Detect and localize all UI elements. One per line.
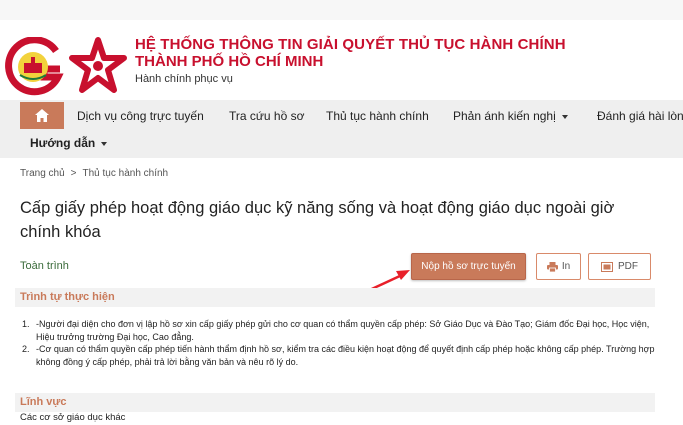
submit-online-button[interactable]: Nộp hồ sơ trực tuyến xyxy=(411,253,526,280)
step-text: -Cơ quan có thẩm quyền cấp phép tiến hàn… xyxy=(36,344,655,367)
breadcrumb-separator: > xyxy=(70,168,77,179)
print-button[interactable]: In xyxy=(536,253,581,280)
nav-item-label: Phản ánh kiến nghị xyxy=(453,109,556,123)
home-button[interactable] xyxy=(20,102,64,129)
breadcrumb-current[interactable]: Thủ tục hành chính xyxy=(83,168,169,179)
site-header: HỆ THỐNG THÔNG TIN GIẢI QUYẾT THỦ TỤC HÀ… xyxy=(0,20,683,96)
main-nav: Dịch vụ công trực tuyến Tra cứu hồ sơ Th… xyxy=(0,100,683,158)
nav-item-online-services[interactable]: Dịch vụ công trực tuyến xyxy=(77,109,204,123)
page-title: Cấp giấy phép hoạt động giáo dục kỹ năng… xyxy=(20,199,615,241)
nav-item-guide[interactable]: Hướng dẫn xyxy=(30,136,108,150)
service-level-label: Toàn trình xyxy=(20,260,69,272)
submit-online-label: Nộp hồ sơ trực tuyến xyxy=(421,261,516,272)
section-procedure-title: Trình tự thực hiện xyxy=(15,288,655,307)
chevron-down-icon xyxy=(101,141,108,146)
step-text: -Người đại diện cho đơn vị lập hồ sơ xin… xyxy=(36,319,650,342)
list-item: 2. -Cơ quan có thẩm quyền cấp phép tiến h… xyxy=(22,343,662,368)
header-title-line1: HỆ THỐNG THÔNG TIN GIẢI QUYẾT THỦ TỤC HÀ… xyxy=(135,36,566,53)
nav-item-rating[interactable]: Đánh giá hài lòng xyxy=(597,109,683,123)
pdf-icon xyxy=(601,261,613,272)
nav-item-label: Dịch vụ công trực tuyến xyxy=(77,109,204,123)
nav-item-label: Hướng dẫn xyxy=(30,136,96,150)
home-icon xyxy=(35,109,49,122)
nav-item-label: Thủ tục hành chính xyxy=(326,109,429,123)
list-item: 1. -Người đại diện cho đơn vị lập hồ sơ x… xyxy=(22,318,662,343)
chevron-down-icon xyxy=(561,114,568,119)
top-strip xyxy=(0,0,683,20)
print-label: In xyxy=(561,261,571,272)
breadcrumb: Trang chủ > Thủ tục hành chính xyxy=(20,168,168,179)
procedure-steps: 1. -Người đại diện cho đơn vị lập hồ sơ x… xyxy=(22,318,662,368)
printer-icon xyxy=(546,261,558,272)
header-subtitle: Hành chính phục vụ xyxy=(135,73,233,85)
pdf-label: PDF xyxy=(618,261,638,272)
nav-item-feedback[interactable]: Phản ánh kiến nghị xyxy=(453,109,568,123)
pdf-button[interactable]: PDF xyxy=(588,253,651,280)
nav-item-lookup[interactable]: Tra cứu hồ sơ xyxy=(229,109,304,123)
breadcrumb-home[interactable]: Trang chủ xyxy=(20,168,65,179)
star-logo[interactable] xyxy=(66,36,130,100)
header-title-line2: THÀNH PHỐ HỒ CHÍ MINH xyxy=(135,53,324,70)
step-number: 2. xyxy=(22,344,30,354)
nav-item-procedures[interactable]: Thủ tục hành chính xyxy=(326,109,429,123)
section-field-title: Lĩnh vực xyxy=(15,393,655,412)
hcmc-emblem-logo[interactable] xyxy=(4,36,64,97)
field-value: Các cơ sở giáo dục khác xyxy=(20,412,126,423)
nav-item-label: Đánh giá hài lòng xyxy=(597,109,683,123)
step-number: 1. xyxy=(22,319,30,329)
nav-item-label: Tra cứu hồ sơ xyxy=(229,109,305,123)
